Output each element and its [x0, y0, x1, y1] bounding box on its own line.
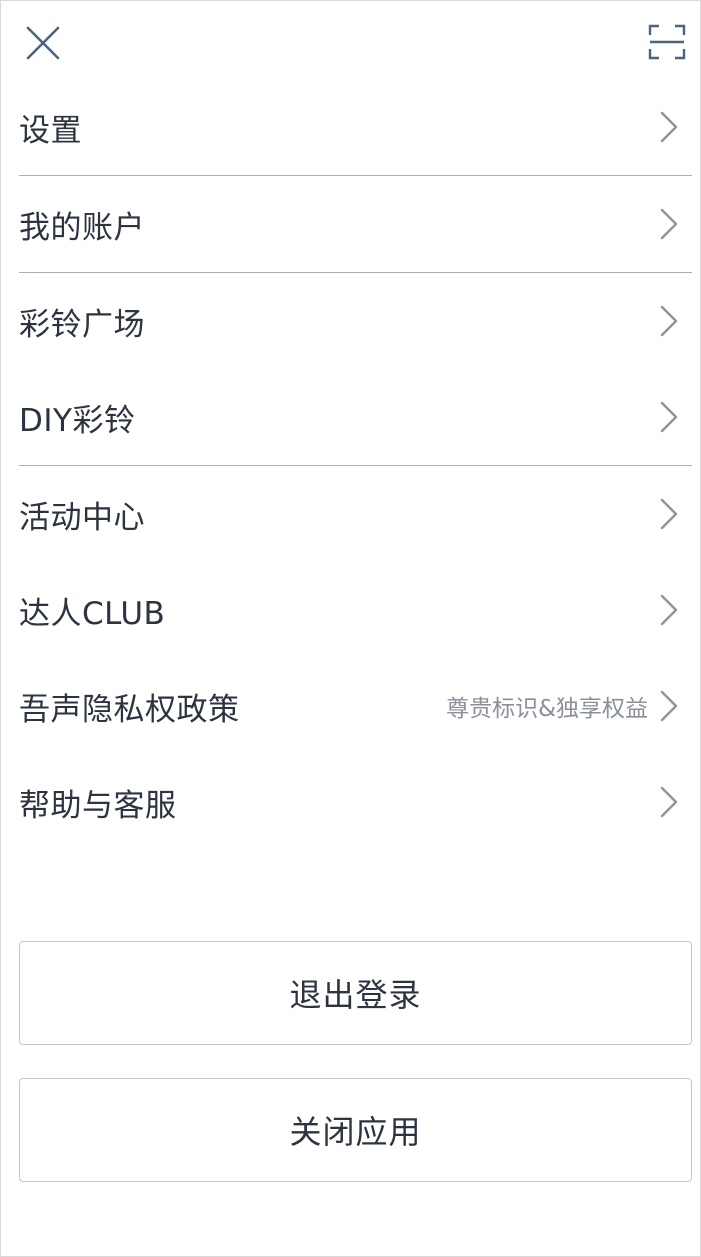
chevron-right-icon: [660, 594, 678, 626]
menu-item-settings[interactable]: 设置: [19, 79, 692, 176]
menu-item-label: 达人CLUB: [19, 595, 166, 632]
menu-item-label: DIY彩铃: [19, 402, 136, 439]
close-icon: [26, 26, 60, 60]
scan-icon: [648, 24, 686, 60]
close-app-button-label: 关闭应用: [289, 1113, 422, 1151]
menu-item-label: 吾声隐私权政策: [19, 691, 240, 728]
logout-button[interactable]: 退出登录: [19, 941, 692, 1045]
chevron-right-icon: [660, 208, 678, 240]
chevron-right-icon: [660, 690, 678, 722]
menu-item-label: 帮助与客服: [19, 787, 177, 824]
chevron-right-icon: [660, 786, 678, 818]
logout-button-label: 退出登录: [289, 976, 422, 1014]
menu-list: 设置 我的账户 彩铃广场 DIY彩铃 活动中心 达人CLUB 吾声隐私权政策 尊…: [19, 79, 692, 850]
menu-item-label: 活动中心: [19, 499, 145, 536]
menu-item-privacy-policy[interactable]: 吾声隐私权政策 尊贵标识&独享权益: [19, 658, 692, 754]
scan-button[interactable]: [647, 23, 687, 61]
menu-item-activity-center[interactable]: 活动中心: [19, 466, 692, 562]
chevron-right-icon: [660, 305, 678, 337]
close-button[interactable]: [23, 23, 63, 63]
close-app-button[interactable]: 关闭应用: [19, 1078, 692, 1182]
menu-item-expert-club[interactable]: 达人CLUB: [19, 562, 692, 658]
menu-item-label: 我的账户: [19, 209, 145, 246]
chevron-right-icon: [660, 401, 678, 433]
menu-item-label: 设置: [19, 112, 82, 149]
menu-item-extra-text: 尊贵标识&独享权益: [446, 696, 648, 722]
menu-item-my-account[interactable]: 我的账户: [19, 176, 692, 273]
chevron-right-icon: [660, 498, 678, 530]
menu-item-help-support[interactable]: 帮助与客服: [19, 754, 692, 850]
menu-item-diy-ringtone[interactable]: DIY彩铃: [19, 369, 692, 466]
chevron-right-icon: [660, 111, 678, 143]
top-bar: [1, 1, 700, 85]
menu-item-ringtone-plaza[interactable]: 彩铃广场: [19, 273, 692, 369]
settings-panel: 设置 我的账户 彩铃广场 DIY彩铃 活动中心 达人CLUB 吾声隐私权政策 尊…: [0, 0, 701, 1257]
menu-item-label: 彩铃广场: [19, 306, 145, 343]
